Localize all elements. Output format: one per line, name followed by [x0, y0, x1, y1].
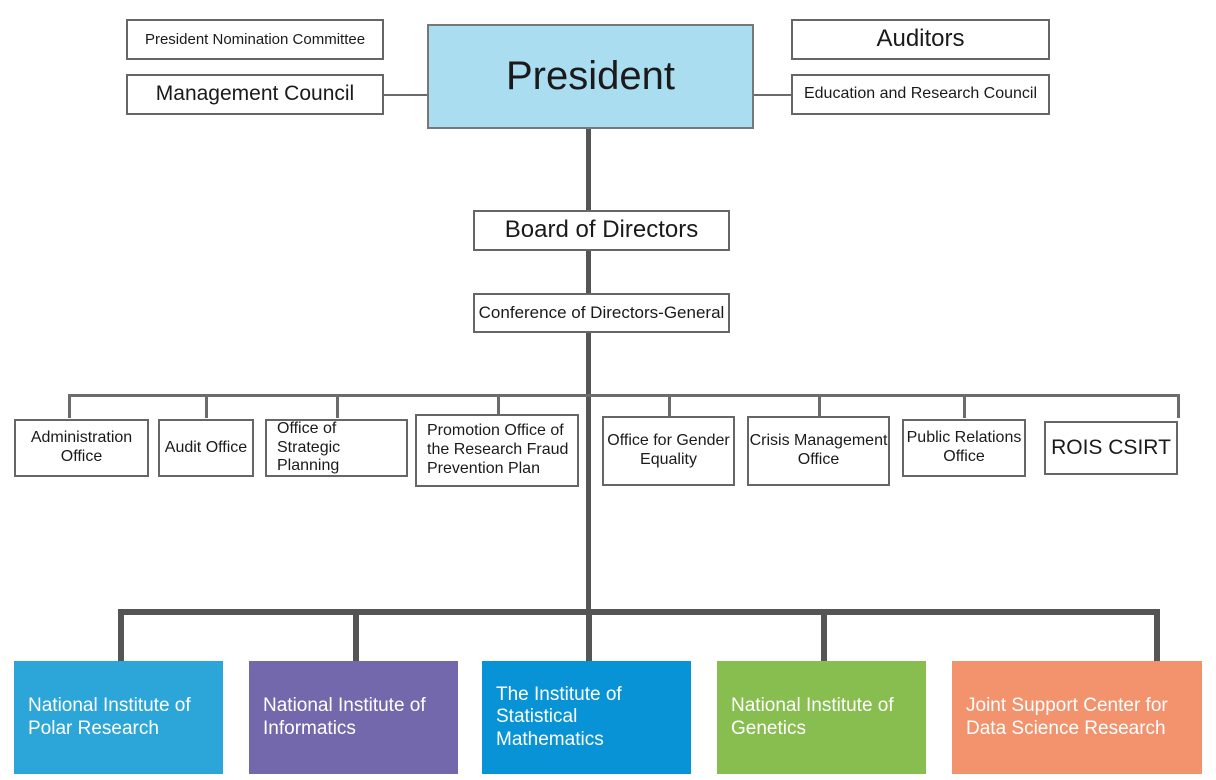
institute-drop-informatics [353, 609, 359, 661]
node-crisis-management-office[interactable]: Crisis Management Office [747, 416, 890, 486]
trunk-board-to-conference [586, 250, 591, 294]
node-label: The Institute of Statistical Mathematics [496, 683, 622, 750]
node-rois-csirt[interactable]: ROIS CSIRT [1044, 421, 1178, 475]
office-drop-crisis-management [818, 394, 821, 418]
office-drop-administration [68, 394, 71, 418]
node-label: Board of Directors [504, 216, 699, 244]
node-auditors[interactable]: Auditors [791, 19, 1050, 60]
node-label: Conference of Directors-General [478, 302, 725, 322]
node-label: Public Relations Office [906, 429, 1022, 465]
trunk-conference-to-offices [586, 332, 591, 614]
institute-drop-polar [118, 609, 124, 661]
node-management-council[interactable]: Management Council [126, 74, 384, 115]
node-label: National Institute of Informatics [263, 695, 426, 739]
office-drop-gender-equality [668, 394, 671, 418]
node-label: Auditors [876, 25, 965, 53]
node-national-institute-of-genetics[interactable]: National Institute of Genetics [717, 661, 926, 774]
node-label: ROIS CSIRT [1051, 435, 1171, 459]
node-joint-support-center-for-data-science-research[interactable]: Joint Support Center for Data Science Re… [952, 661, 1202, 774]
node-office-of-strategic-planning[interactable]: Office of Strategic Planning [265, 419, 408, 477]
node-the-institute-of-statistical-mathematics[interactable]: The Institute of Statistical Mathematics [482, 661, 691, 774]
connector-education-research-council [753, 94, 793, 96]
node-label: Audit Office [164, 438, 248, 456]
node-national-institute-of-polar-research[interactable]: National Institute of Polar Research [14, 661, 223, 774]
trunk-president-to-board [586, 128, 591, 214]
connector-management-council [383, 94, 428, 96]
node-president-nomination-committee[interactable]: President Nomination Committee [126, 19, 384, 60]
node-label: Administration Office [30, 429, 133, 465]
node-administration-office[interactable]: Administration Office [14, 419, 149, 477]
node-promotion-office-research-fraud-prevention-plan[interactable]: Promotion Office of the Research Fraud P… [415, 414, 579, 487]
node-office-for-gender-equality[interactable]: Office for Gender Equality [602, 416, 735, 486]
node-conference-of-directors-general[interactable]: Conference of Directors-General [473, 293, 730, 333]
office-bus-horizontal [68, 394, 1180, 397]
node-label: President [506, 53, 675, 98]
node-board-of-directors[interactable]: Board of Directors [473, 210, 730, 251]
node-label: Crisis Management Office [749, 432, 888, 468]
node-label: Joint Support Center for Data Science Re… [966, 695, 1168, 739]
node-label: Promotion Office of the Research Fraud P… [427, 422, 569, 477]
node-label: Office for Gender Equality [607, 432, 730, 468]
node-label: Management Council [155, 82, 355, 106]
office-drop-audit [205, 394, 208, 418]
office-drop-rois-csirt [1177, 394, 1180, 418]
node-label: Office of Strategic Planning [277, 419, 341, 475]
institute-drop-genetics [821, 609, 827, 661]
node-public-relations-office[interactable]: Public Relations Office [902, 419, 1026, 477]
organization-chart: President Nomination Committee Managemen… [0, 0, 1216, 780]
institute-drop-joint-support [1154, 609, 1160, 661]
node-national-institute-of-informatics[interactable]: National Institute of Informatics [249, 661, 458, 774]
office-drop-public-relations [963, 394, 966, 418]
institute-bus-horizontal [118, 609, 1160, 615]
node-president[interactable]: President [427, 24, 754, 129]
office-drop-strategic-planning [336, 394, 339, 418]
node-label: Education and Research Council [803, 85, 1038, 103]
institute-drop-statistical [586, 609, 592, 661]
node-audit-office[interactable]: Audit Office [158, 419, 254, 477]
node-label: National Institute of Genetics [731, 695, 894, 739]
node-label: National Institute of Polar Research [28, 695, 191, 739]
node-education-and-research-council[interactable]: Education and Research Council [791, 74, 1050, 115]
node-label: President Nomination Committee [144, 30, 366, 48]
